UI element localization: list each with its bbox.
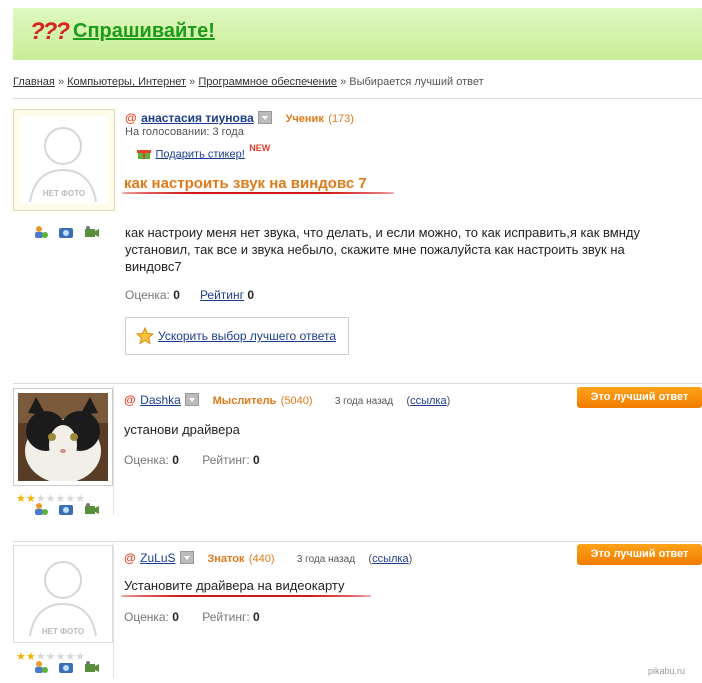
answer-rating: Оценка: 0 Рейтинг: 0 xyxy=(124,610,260,624)
video-icon[interactable] xyxy=(84,660,100,674)
question-body: как настроиу меня нет звука, что делать,… xyxy=(125,225,640,274)
red-underline xyxy=(122,192,394,194)
photo-icon[interactable] xyxy=(58,502,74,516)
speed-up-box[interactable]: Ускорить выбор лучшего ответа xyxy=(125,317,349,355)
question-rating: Оценка: 0 Рейтинг 0 xyxy=(125,288,255,302)
divider xyxy=(13,98,702,99)
answer-rating: Оценка: 0 Рейтинг: 0 xyxy=(124,453,260,467)
gift-sticker: Подарить стикер! NEW xyxy=(137,143,270,162)
star-icon: ★ xyxy=(16,651,26,663)
user-menu-dropdown[interactable] xyxy=(185,393,200,407)
rating-value: 0 xyxy=(173,288,180,302)
user-actions xyxy=(33,660,105,678)
breadcrumb-home[interactable]: Главная xyxy=(13,76,55,88)
avatar[interactable] xyxy=(13,388,113,486)
breadcrumb-computers[interactable]: Компьютеры, Интернет xyxy=(67,76,186,88)
divider xyxy=(113,385,114,515)
new-badge: NEW xyxy=(249,143,271,153)
author-rank: Знаток xyxy=(207,553,245,565)
avatar-silhouette-icon xyxy=(29,561,97,636)
at-icon: @ xyxy=(124,551,136,565)
rating-link[interactable]: Рейтинг xyxy=(200,288,244,302)
breadcrumb: Главная » Компьютеры, Интернет » Програм… xyxy=(13,76,484,88)
no-photo-label: НЕТ ФОТО xyxy=(41,627,85,636)
divider xyxy=(13,541,702,542)
answer-author-line: @ Dashka Мыслитель (5040) 3 года назад (… xyxy=(124,393,451,407)
video-icon[interactable] xyxy=(84,225,100,239)
answer-time: 3 года назад xyxy=(334,396,394,407)
answer-text: установи драйвера xyxy=(124,422,240,437)
at-icon: @ xyxy=(124,393,136,407)
breadcrumb-software[interactable]: Программное обеспечение xyxy=(198,76,337,88)
author-rank-points: (5040) xyxy=(280,395,313,407)
answer-permalink[interactable]: ссылка xyxy=(372,553,409,565)
rating2-value: 0 xyxy=(253,610,260,624)
add-friend-icon[interactable] xyxy=(33,502,49,516)
user-menu-dropdown[interactable] xyxy=(258,111,273,125)
answer-text: Установите драйвера на видеокарту xyxy=(124,578,345,593)
author-rank-points: (440) xyxy=(248,553,275,565)
author-name-link[interactable]: Dashka xyxy=(140,393,181,407)
photo-icon[interactable] xyxy=(58,660,74,674)
divider xyxy=(13,383,702,384)
rating-value: 0 xyxy=(172,610,179,624)
avatar[interactable]: НЕТ ФОТО xyxy=(13,545,113,643)
answer-author-line: @ ZuLuS Знаток (440) 3 года назад (ссылк… xyxy=(124,551,413,565)
gift-sticker-link[interactable]: Подарить стикер! xyxy=(155,148,244,160)
video-icon[interactable] xyxy=(84,502,100,516)
rating-value: 0 xyxy=(172,453,179,467)
best-answer-button[interactable]: Это лучший ответ xyxy=(577,387,702,408)
add-friend-icon[interactable] xyxy=(33,225,49,239)
star-icon: ★ xyxy=(16,493,26,505)
site-title-link[interactable]: Спрашивайте! xyxy=(73,20,215,43)
star-icon xyxy=(136,327,154,345)
logo-icon[interactable]: ??? xyxy=(30,18,70,46)
author-name-link[interactable]: ZuLuS xyxy=(140,551,175,565)
answer-time: 3 года назад xyxy=(296,554,356,565)
at-icon: @ xyxy=(125,111,137,125)
avatar[interactable]: НЕТ ФОТО xyxy=(13,109,115,211)
rating2-value: 0 xyxy=(247,288,255,302)
gift-icon xyxy=(137,150,151,160)
add-friend-icon[interactable] xyxy=(33,660,49,674)
best-answer-button[interactable]: Это лучший ответ xyxy=(577,544,702,565)
no-photo-label: НЕТ ФОТО xyxy=(42,189,86,198)
speed-up-link[interactable]: Ускорить выбор лучшего ответа xyxy=(158,329,336,343)
photo-icon[interactable] xyxy=(58,225,74,239)
question-title: как настроить звук на виндовс 7 xyxy=(124,175,367,192)
breadcrumb-current: Выбирается лучший ответ xyxy=(349,76,484,88)
author-rank: Ученик xyxy=(285,113,324,125)
watermark: pikabu.ru xyxy=(648,666,686,676)
red-underline xyxy=(121,595,371,597)
rating2-value: 0 xyxy=(253,453,260,467)
author-name-link[interactable]: анастасия тиунова xyxy=(141,111,254,125)
question-author-line: @ анастасия тиунова Ученик (173) xyxy=(125,109,354,127)
author-rank-points: (173) xyxy=(328,113,354,125)
user-menu-dropdown[interactable] xyxy=(179,551,194,565)
divider xyxy=(113,543,114,678)
answer-permalink[interactable]: ссылка xyxy=(410,395,447,407)
cat-photo xyxy=(18,393,108,481)
voting-status: На голосовании: 3 года xyxy=(125,126,244,138)
user-actions xyxy=(33,225,105,243)
user-actions xyxy=(33,502,105,520)
author-rank: Мыслитель xyxy=(212,395,277,407)
